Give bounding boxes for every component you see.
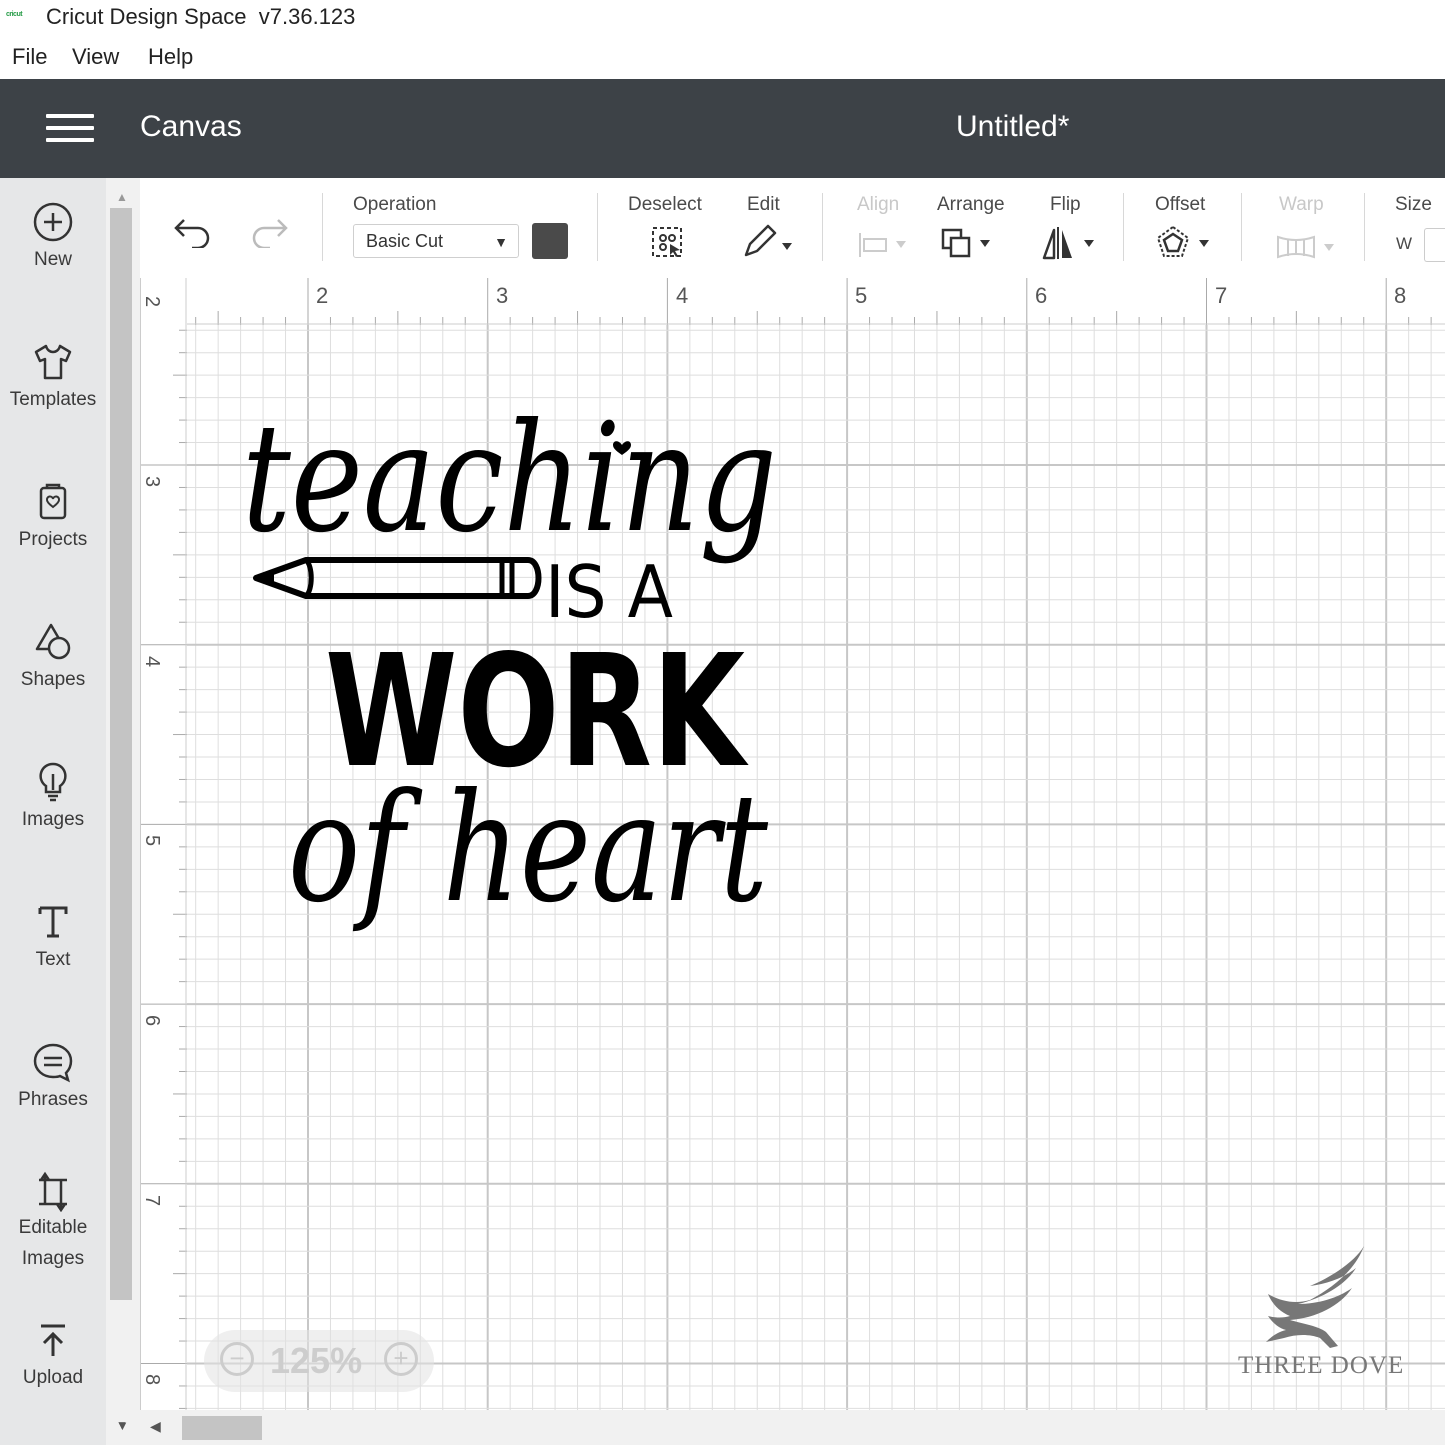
plus-circle-icon [33, 202, 73, 242]
speech-bubble-icon [33, 1043, 73, 1083]
menu-view[interactable]: View [72, 44, 119, 70]
menu-file[interactable]: File [12, 44, 47, 70]
undo-icon[interactable] [172, 214, 216, 248]
scroll-left-icon[interactable]: ◀ [150, 1418, 161, 1435]
warp-icon[interactable] [1274, 232, 1340, 262]
sidebar-item-label: Editable Images [18, 1217, 88, 1269]
horizontal-scrollbar[interactable]: ◀ [140, 1410, 1445, 1445]
align-icon[interactable] [856, 230, 912, 260]
color-swatch[interactable] [532, 223, 568, 259]
offset-icon[interactable] [1155, 224, 1215, 262]
sidebar-item-text[interactable]: Text [0, 900, 106, 975]
document-title[interactable]: Untitled* [956, 110, 1069, 144]
scroll-down-icon[interactable]: ▼ [116, 1418, 129, 1433]
ruler-number: 5 [141, 834, 164, 847]
align-label: Align [857, 194, 900, 215]
sidebar-item-new[interactable]: New [0, 200, 106, 275]
ruler-number: 4 [141, 655, 164, 668]
arrange-label: Arrange [937, 194, 1005, 215]
window-title: Cricut Design Space v7.36.123 [46, 4, 356, 29]
warp-label: Warp [1279, 194, 1324, 215]
section-title: Canvas [140, 110, 242, 143]
redo-icon[interactable] [246, 214, 290, 248]
ruler-number: 5 [855, 283, 868, 308]
arrange-icon[interactable] [940, 226, 996, 262]
zoom-in-icon[interactable]: + [384, 1342, 418, 1376]
deselect-icon[interactable] [650, 225, 686, 261]
scroll-thumb[interactable] [182, 1416, 262, 1440]
size-width-input[interactable] [1424, 228, 1445, 262]
tshirt-icon [34, 344, 72, 380]
sidebar-item-label: Images [21, 809, 85, 830]
hamburger-menu-icon[interactable] [46, 112, 94, 144]
operation-label: Operation [353, 194, 437, 215]
chevron-down-icon: ▼ [494, 234, 508, 250]
ruler-number: 2 [316, 283, 329, 308]
sidebar-item-label: Projects [18, 529, 88, 550]
zoom-out-icon[interactable]: − [220, 1342, 254, 1376]
deselect-label: Deselect [628, 194, 702, 215]
menu-help[interactable]: Help [148, 44, 193, 70]
edit-label: Edit [747, 194, 780, 215]
menu-bar: File View Help [0, 40, 1445, 76]
sidebar-item-projects[interactable]: Projects [0, 480, 106, 555]
sidebar-item-templates[interactable]: Templates [0, 340, 106, 415]
edit-toolbar: Operation Basic Cut ▼ Deselect Edit Alig… [140, 178, 1445, 279]
projects-icon [39, 483, 67, 520]
ruler-number: 3 [496, 283, 509, 308]
zoom-control: − 125% + [204, 1330, 434, 1392]
editable-images-icon [39, 1171, 67, 1212]
scroll-thumb[interactable] [110, 208, 132, 1300]
title-bar: cricut Cricut Design Space v7.36.123 [0, 0, 1445, 36]
ruler-number: 8 [1394, 283, 1407, 308]
pencil-icon[interactable] [740, 223, 800, 261]
sidebar-item-upload[interactable]: Upload [0, 1318, 106, 1393]
watermark: THREE DOVE [1230, 1240, 1420, 1390]
ruler-number: 2 [141, 295, 164, 308]
design-line-of-heart: of heart [288, 762, 769, 936]
size-label: Size [1395, 194, 1432, 215]
ruler-number: 6 [141, 1014, 164, 1027]
size-width-label: W [1396, 234, 1413, 253]
ruler-number: 7 [141, 1194, 164, 1207]
ruler-number: 3 [141, 475, 164, 488]
design-artwork[interactable]: teaching IS A WORK of heart [240, 395, 800, 965]
left-sidebar: New Templates Projects Shapes Images Tex… [0, 178, 106, 1445]
top-ruler [140, 278, 1445, 325]
design-line-teaching: teaching [242, 395, 777, 566]
sidebar-item-label: Phrases [18, 1089, 88, 1110]
ruler-number: 6 [1035, 283, 1048, 308]
sidebar-item-label: Upload [22, 1367, 84, 1388]
sidebar-item-shapes[interactable]: Shapes [0, 620, 106, 695]
operation-select[interactable]: Basic Cut ▼ [353, 224, 519, 258]
watermark-text: THREE DOVE [1238, 1352, 1405, 1379]
sidebar-item-label: Templates [9, 389, 97, 410]
vertical-scrollbar[interactable]: ▲ ▼ [106, 178, 140, 1445]
ruler-number: 4 [676, 283, 689, 308]
zoom-level: 125% [270, 1340, 363, 1381]
ruler-number: 7 [1215, 283, 1228, 308]
sidebar-item-editable-images[interactable]: Editable Images [0, 1168, 106, 1274]
offset-label: Offset [1155, 194, 1206, 215]
sidebar-item-label: Shapes [20, 669, 86, 690]
sidebar-item-phrases[interactable]: Phrases [0, 1040, 106, 1115]
ruler-number: 8 [141, 1373, 164, 1386]
dove-logo [1266, 1246, 1364, 1348]
lightbulb-icon [39, 762, 67, 802]
sidebar-item-label: Text [35, 949, 71, 970]
sidebar-item-images[interactable]: Images [0, 760, 106, 835]
operation-value: Basic Cut [366, 231, 444, 251]
upload-icon [41, 1324, 65, 1356]
text-icon [38, 906, 68, 938]
app-logo: cricut [6, 11, 23, 18]
sidebar-item-label: New [33, 249, 72, 270]
shapes-icon [35, 623, 71, 660]
flip-label: Flip [1050, 194, 1081, 215]
flip-icon[interactable] [1040, 224, 1100, 262]
scroll-up-icon[interactable]: ▲ [116, 190, 128, 204]
